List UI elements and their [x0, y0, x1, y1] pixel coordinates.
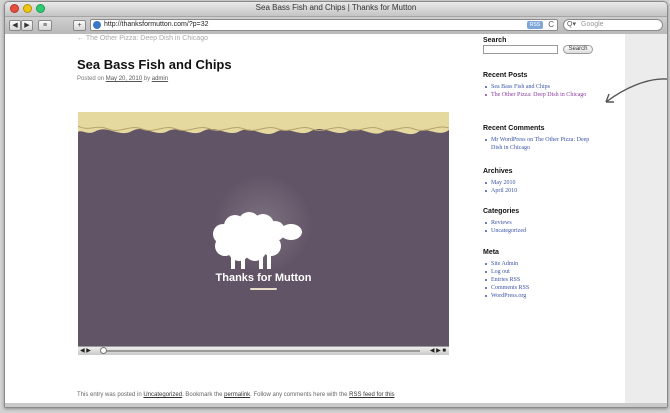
search-heading: Search: [483, 37, 507, 44]
browser-window: Sea Bass Fish and Chips | Thanks for Mut…: [4, 1, 668, 408]
categories-heading: Categories: [483, 208, 520, 215]
search-icon[interactable]: Q▾: [567, 20, 576, 30]
video-title-text: Thanks for Mutton: [215, 272, 312, 284]
category-link[interactable]: Reviews: [483, 219, 526, 227]
wordpress-org-link[interactable]: WordPress.org: [483, 292, 529, 300]
permalink-link[interactable]: permalink: [224, 392, 250, 398]
search-placeholder: Google: [581, 21, 604, 28]
volume-icon[interactable]: ◀ ▶ ■: [430, 347, 446, 355]
recent-post-link[interactable]: Sea Bass Fish and Chips: [483, 83, 595, 91]
video-controls: ◀ ▶ ◀ ▶ ■: [78, 346, 449, 355]
clouds-decoration: [78, 112, 449, 135]
archive-link[interactable]: May 2010: [483, 179, 517, 187]
category-link[interactable]: Uncategorized: [483, 227, 526, 235]
footer-prefix: This entry was posted in: [77, 392, 142, 398]
log-out-link[interactable]: Log out: [483, 268, 529, 276]
meta-by: by: [143, 76, 151, 82]
forward-button[interactable]: ▶: [21, 20, 33, 31]
recent-comments-list: Mr WordPress on The Other Pizza: Deep Di…: [483, 136, 601, 152]
comments-rss-link[interactable]: Comments RSS: [483, 284, 529, 292]
video-player[interactable]: Thanks for Mutton: [78, 112, 449, 346]
previous-post-link[interactable]: ← The Other Pizza: Deep Dish in Chicago: [77, 35, 208, 42]
recent-comments-heading: Recent Comments: [483, 125, 545, 132]
browser-search-field[interactable]: Q▾ Google: [563, 19, 663, 31]
footer-mid: . Bookmark the: [182, 392, 223, 398]
categories-list: Reviews Uncategorized: [483, 219, 526, 235]
rss-button[interactable]: RSS: [527, 21, 543, 29]
post-title: Sea Bass Fish and Chips: [77, 57, 232, 72]
url-text: http://thanksformutton.com/?p=32: [104, 21, 209, 28]
window-title: Sea Bass Fish and Chips | Thanks for Mut…: [255, 3, 417, 12]
title-bar: Sea Bass Fish and Chips | Thanks for Mut…: [5, 2, 667, 17]
status-bar: [5, 403, 667, 407]
browser-toolbar: ◀ ▶ ≡ + http://thanksformutton.com/?p=32…: [5, 17, 667, 35]
reload-button[interactable]: C: [548, 20, 554, 30]
title-underline: [250, 288, 277, 290]
post-date-link[interactable]: May 20, 2010: [106, 76, 142, 82]
add-bookmark-button[interactable]: +: [73, 20, 86, 31]
meta-prefix: Posted on: [77, 76, 105, 82]
sidebar-search-input[interactable]: [483, 45, 558, 54]
meta-list: Site Admin Log out Entries RSS Comments …: [483, 260, 529, 300]
author-link[interactable]: admin: [152, 76, 168, 82]
address-bar[interactable]: http://thanksformutton.com/?p=32 RSS C: [90, 19, 558, 31]
recent-posts-heading: Recent Posts: [483, 72, 528, 79]
post-meta: Posted on May 20, 2010 by admin: [77, 76, 168, 82]
post-footer: This entry was posted in Uncategorized. …: [77, 392, 395, 398]
forward-icon: ▶: [24, 22, 30, 29]
category-link[interactable]: Uncategorized: [143, 392, 182, 398]
sheep-logo: [213, 212, 302, 269]
page-content: ← The Other Pizza: Deep Dish in Chicago …: [5, 34, 625, 407]
rss-feed-link[interactable]: RSS feed for this: [349, 392, 394, 398]
archives-heading: Archives: [483, 168, 513, 175]
footer-mid2: . Follow any comments here with the: [250, 392, 348, 398]
entries-rss-link[interactable]: Entries RSS: [483, 276, 529, 284]
recent-comment-link[interactable]: Mr WordPress on The Other Pizza: Deep Di…: [483, 136, 601, 152]
page-viewport: ← The Other Pizza: Deep Dish in Chicago …: [5, 34, 667, 407]
sidebar-search-button[interactable]: Search: [563, 45, 593, 54]
video-scrubber[interactable]: [104, 350, 420, 352]
bookmarks-icon: ≡: [42, 22, 48, 29]
recent-posts-list: Sea Bass Fish and Chips The Other Pizza:…: [483, 83, 595, 99]
recent-post-link[interactable]: The Other Pizza: Deep Dish in Chicago: [483, 91, 595, 99]
meta-heading: Meta: [483, 249, 499, 256]
back-button[interactable]: ◀: [9, 20, 21, 31]
plus-icon: +: [77, 22, 82, 29]
site-admin-link[interactable]: Site Admin: [483, 260, 529, 268]
back-icon: ◀: [12, 22, 18, 29]
archive-link[interactable]: April 2010: [483, 187, 517, 195]
scrubber-knob[interactable]: [100, 347, 107, 354]
globe-icon: [93, 21, 101, 29]
bookmarks-button[interactable]: ≡: [38, 20, 52, 31]
annotation-arrow-icon: [605, 78, 667, 103]
archives-list: May 2010 April 2010: [483, 179, 517, 195]
play-icon[interactable]: ◀ ▶: [80, 347, 91, 355]
